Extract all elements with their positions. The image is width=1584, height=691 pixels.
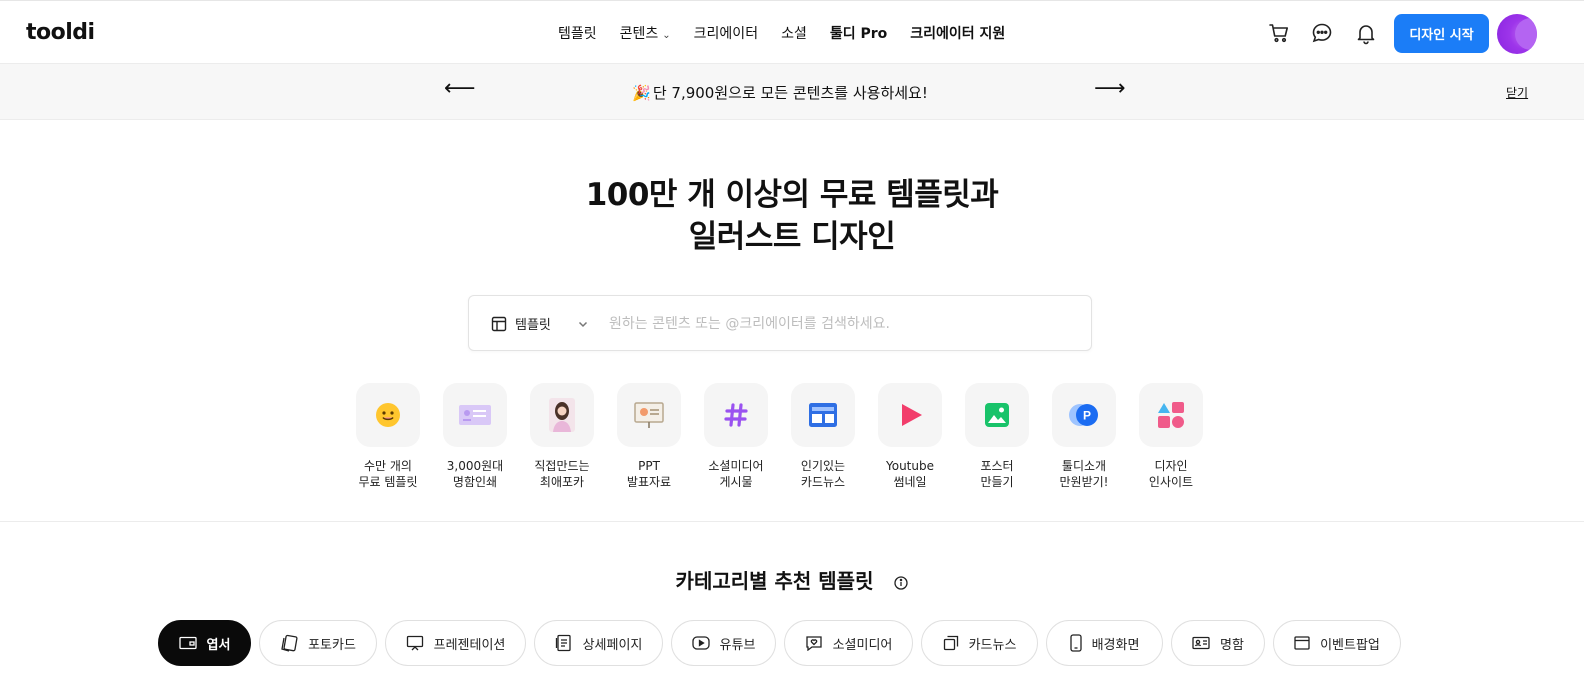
avatar[interactable] xyxy=(1497,14,1537,54)
search-input[interactable] xyxy=(609,312,1069,336)
svg-text:P: P xyxy=(1083,409,1091,423)
quick-link-youtube[interactable]: Youtube 썸네일 xyxy=(878,383,942,490)
nav-item-contents[interactable]: 콘텐츠 ⌄ xyxy=(620,23,671,43)
social-heart-icon xyxy=(805,636,822,651)
chip-postcard[interactable]: 엽서 xyxy=(158,620,251,666)
tooldi-logo[interactable]: tooldi xyxy=(26,20,95,45)
nav-item-creator-support[interactable]: 크리에이터 지원 xyxy=(910,23,1005,43)
chip-wallpaper[interactable]: 배경화면 xyxy=(1046,620,1163,666)
hashtag-icon xyxy=(704,383,768,447)
nav-item-templates[interactable]: 템플릿 xyxy=(558,23,597,43)
photocard-icon xyxy=(281,634,298,652)
shapes-icon xyxy=(1139,383,1203,447)
quick-link-photocard[interactable]: 직접만드는 최애포카 xyxy=(530,383,594,490)
cart-icon[interactable] xyxy=(1267,21,1291,45)
search-type-select[interactable]: 템플릿 xyxy=(491,314,597,333)
business-card-icon xyxy=(443,383,507,447)
popup-window-icon xyxy=(1294,636,1310,650)
main-nav: 템플릿 콘텐츠 ⌄ 크리에이터 소셜 툴디 Pro 크리에이터 지원 xyxy=(558,23,1028,43)
bell-icon[interactable] xyxy=(1354,21,1378,45)
phone-icon xyxy=(1069,634,1082,652)
section-divider xyxy=(0,521,1584,522)
chip-social-media[interactable]: 소셜미디어 xyxy=(784,620,913,666)
photocard-portrait-icon xyxy=(530,383,594,447)
chip-presentation[interactable]: 프레젠테이션 xyxy=(385,620,526,666)
chip-cardnews[interactable]: 카드뉴스 xyxy=(921,620,1038,666)
quick-link-poster[interactable]: 포스터 만들기 xyxy=(965,383,1029,490)
arrow-right-icon[interactable]: ⟶ xyxy=(1094,76,1126,101)
card-news-icon xyxy=(791,383,855,447)
chip-event-popup[interactable]: 이벤트팝업 xyxy=(1273,620,1401,666)
search-bar: 템플릿 xyxy=(468,295,1092,351)
banner-message[interactable]: 단 7,900원으로 모든 콘텐츠를 사용하세요! xyxy=(653,84,928,102)
banner-close-link[interactable]: 닫기 xyxy=(1506,84,1528,101)
postcard-icon xyxy=(178,636,197,650)
info-icon[interactable] xyxy=(894,571,909,595)
presentation-board-icon xyxy=(617,383,681,447)
template-layout-icon xyxy=(491,316,507,331)
chevron-down-icon: ⌄ xyxy=(662,30,671,41)
play-icon xyxy=(878,383,942,447)
quick-link-ppt[interactable]: PPT 발표자료 xyxy=(617,383,681,490)
category-section-title: 카테고리별 추천 템플릿 xyxy=(0,565,1584,595)
quick-link-social[interactable]: 소셜미디어 게시물 xyxy=(704,383,768,490)
start-design-button[interactable]: 디자인 시작 xyxy=(1394,14,1489,53)
quick-link-referral[interactable]: P 툴디소개 만원받기! xyxy=(1052,383,1116,490)
search-type-label: 템플릿 xyxy=(515,318,551,333)
nav-item-social[interactable]: 소셜 xyxy=(781,23,807,43)
party-popper-icon: 🎉 xyxy=(632,84,651,102)
category-chips: 엽서 포토카드 프레젠테이션 상세페이지 유튜브 소셜미디어 카드뉴스 배경화면… xyxy=(158,620,1409,666)
nav-item-pro[interactable]: 툴디 Pro xyxy=(830,23,887,43)
chip-youtube[interactable]: 유튜브 xyxy=(671,620,776,666)
smile-face-icon xyxy=(356,383,420,447)
detail-page-icon xyxy=(555,634,571,652)
quick-link-insight[interactable]: 디자인 인사이트 xyxy=(1139,383,1203,490)
chip-photocard[interactable]: 포토카드 xyxy=(259,620,377,666)
chevron-down-icon xyxy=(578,321,587,327)
quick-link-free-templates[interactable]: 수만 개의 무료 템플릿 xyxy=(356,383,420,490)
promo-banner: ⟵ 🎉 단 7,900원으로 모든 콘텐츠를 사용하세요! ⟶ 닫기 xyxy=(0,64,1584,120)
quick-link-cardnews[interactable]: 인기있는 카드뉴스 xyxy=(791,383,855,490)
chip-business-card[interactable]: 명함 xyxy=(1171,620,1265,666)
top-header: tooldi 템플릿 콘텐츠 ⌄ 크리에이터 소셜 툴디 Pro 크리에이터 지원… xyxy=(0,0,1584,64)
youtube-icon xyxy=(691,636,710,650)
chip-detail-page[interactable]: 상세페이지 xyxy=(534,620,663,666)
quick-link-business-card[interactable]: 3,000원대 명함인쇄 xyxy=(443,383,507,490)
cards-stack-icon xyxy=(943,635,958,651)
quick-links: 수만 개의 무료 템플릿 3,000원대 명함인쇄 직접만드는 최애포카 PPT 발표자… xyxy=(356,383,1226,490)
presentation-icon xyxy=(406,635,423,651)
hero-title: 100만 개 이상의 무료 템플릿과 일러스트 디자인 xyxy=(585,177,999,255)
image-poster-icon xyxy=(965,383,1029,447)
id-card-icon xyxy=(1192,636,1210,650)
chat-icon[interactable] xyxy=(1310,21,1334,45)
p-coin-icon: P xyxy=(1052,383,1116,447)
nav-item-creators[interactable]: 크리에이터 xyxy=(694,23,758,43)
